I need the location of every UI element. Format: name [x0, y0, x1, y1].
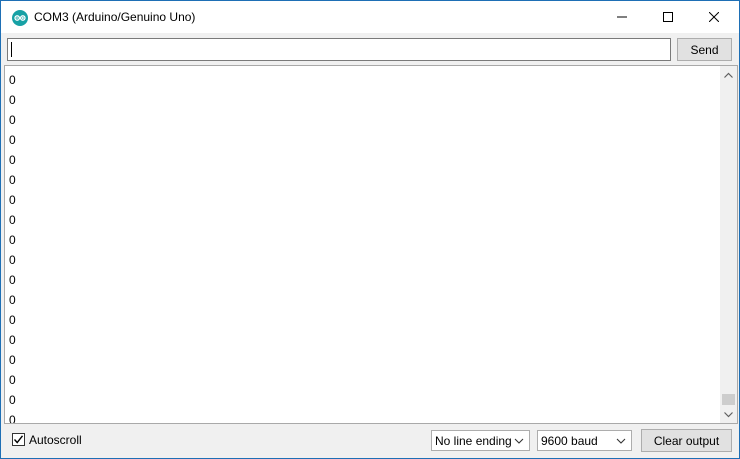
close-button[interactable]	[691, 1, 737, 33]
send-button[interactable]: Send	[677, 38, 732, 61]
close-icon	[709, 12, 719, 22]
output-line: 0	[9, 273, 16, 287]
output-line: 0	[9, 313, 16, 327]
output-line: 0	[9, 353, 16, 367]
output-line: 0	[9, 393, 16, 407]
output-line: 0	[9, 213, 16, 227]
scroll-down-button[interactable]	[720, 406, 737, 423]
serial-monitor-window: COM3 (Arduino/Genuino Uno) Send 00000000…	[0, 0, 740, 459]
output-line: 0	[9, 153, 16, 167]
output-line: 0	[9, 293, 16, 307]
output-line: 0	[9, 193, 16, 207]
output-line: 0	[9, 93, 16, 107]
output-lines: 0 0 0 0 0 0 0 0 0 0 0 0 0 0 0 0 0 0	[9, 70, 709, 424]
output-line: 0	[9, 253, 16, 267]
output-line: 0	[9, 413, 16, 424]
chevron-down-icon	[514, 438, 524, 444]
chevron-up-icon	[724, 72, 733, 78]
serial-output-area[interactable]: 0 0 0 0 0 0 0 0 0 0 0 0 0 0 0 0 0 0	[4, 65, 738, 424]
output-line: 0	[9, 73, 16, 87]
minimize-button[interactable]	[599, 1, 645, 33]
chevron-down-icon	[724, 411, 733, 417]
output-line: 0	[9, 333, 16, 347]
arduino-logo-icon	[12, 10, 28, 26]
vertical-scrollbar[interactable]	[720, 66, 737, 423]
scroll-thumb[interactable]	[722, 394, 735, 405]
clear-output-button[interactable]: Clear output	[641, 429, 732, 452]
scroll-up-button[interactable]	[720, 66, 737, 83]
window-title: COM3 (Arduino/Genuino Uno)	[34, 10, 196, 24]
baud-rate-select[interactable]: 9600 baud	[537, 430, 632, 451]
maximize-button[interactable]	[645, 1, 691, 33]
title-bar[interactable]: COM3 (Arduino/Genuino Uno)	[1, 1, 739, 33]
line-ending-select[interactable]: No line ending	[431, 430, 530, 451]
output-line: 0	[9, 133, 16, 147]
output-line: 0	[9, 113, 16, 127]
autoscroll-checkbox[interactable]	[12, 433, 25, 446]
line-ending-value: No line ending	[435, 433, 512, 448]
output-line: 0	[9, 373, 16, 387]
checkmark-icon	[13, 435, 24, 444]
maximize-icon	[663, 12, 673, 22]
baud-rate-value: 9600 baud	[541, 433, 598, 448]
text-caret	[11, 42, 12, 57]
serial-send-input[interactable]	[7, 38, 671, 61]
output-line: 0	[9, 173, 16, 187]
minimize-icon	[617, 16, 627, 18]
output-line: 0	[9, 233, 16, 247]
autoscroll-label[interactable]: Autoscroll	[29, 433, 82, 447]
chevron-down-icon	[616, 438, 626, 444]
